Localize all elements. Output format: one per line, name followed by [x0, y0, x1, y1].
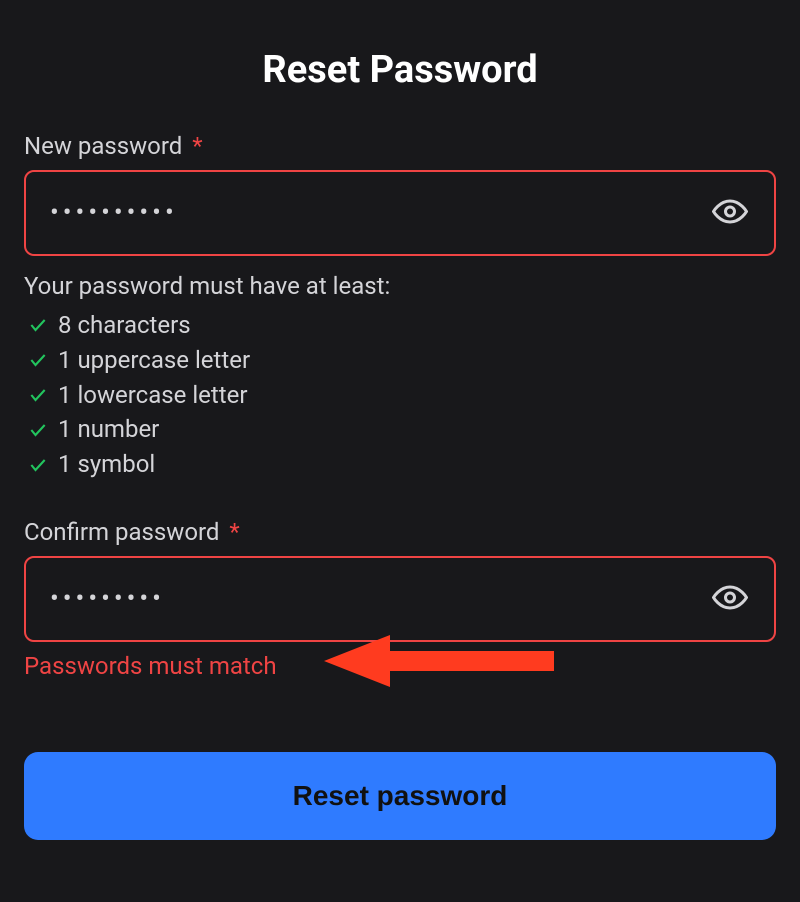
confirm-password-label-text: Confirm password: [24, 518, 219, 546]
toggle-new-password-visibility[interactable]: [708, 190, 752, 237]
reset-password-form: Reset Password New password * Your passw…: [24, 48, 776, 840]
reset-password-button[interactable]: Reset password: [24, 752, 776, 840]
error-row: Passwords must match: [24, 642, 776, 680]
confirm-password-group: Confirm password * Passwords must match: [24, 518, 776, 680]
check-icon: [28, 420, 48, 440]
requirement-item: 1 uppercase letter: [24, 343, 776, 378]
confirm-password-label: Confirm password *: [24, 518, 776, 546]
new-password-group: New password *: [24, 132, 776, 256]
requirement-label: 1 lowercase letter: [58, 378, 247, 413]
requirement-item: 1 number: [24, 412, 776, 447]
confirm-password-error: Passwords must match: [24, 652, 277, 680]
new-password-input[interactable]: [24, 170, 776, 256]
requirement-item: 8 characters: [24, 308, 776, 343]
password-requirements: Your password must have at least: 8 char…: [24, 272, 776, 482]
check-icon: [28, 385, 48, 405]
confirm-password-input-wrap: [24, 556, 776, 642]
toggle-confirm-password-visibility[interactable]: [708, 575, 752, 622]
required-mark: *: [192, 132, 202, 160]
requirement-label: 8 characters: [58, 308, 191, 343]
page-title: Reset Password: [24, 48, 776, 92]
requirement-label: 1 number: [58, 412, 159, 447]
requirement-item: 1 symbol: [24, 447, 776, 482]
new-password-label-text: New password: [24, 132, 182, 160]
requirement-label: 1 uppercase letter: [58, 343, 250, 378]
requirement-label: 1 symbol: [58, 447, 155, 482]
new-password-label: New password *: [24, 132, 776, 160]
required-mark: *: [229, 518, 239, 546]
eye-icon: [712, 579, 748, 618]
check-icon: [28, 315, 48, 335]
confirm-password-input[interactable]: [24, 556, 776, 642]
check-icon: [28, 455, 48, 475]
eye-icon: [712, 194, 748, 233]
check-icon: [28, 350, 48, 370]
requirements-title: Your password must have at least:: [24, 272, 776, 300]
new-password-input-wrap: [24, 170, 776, 256]
requirement-item: 1 lowercase letter: [24, 378, 776, 413]
